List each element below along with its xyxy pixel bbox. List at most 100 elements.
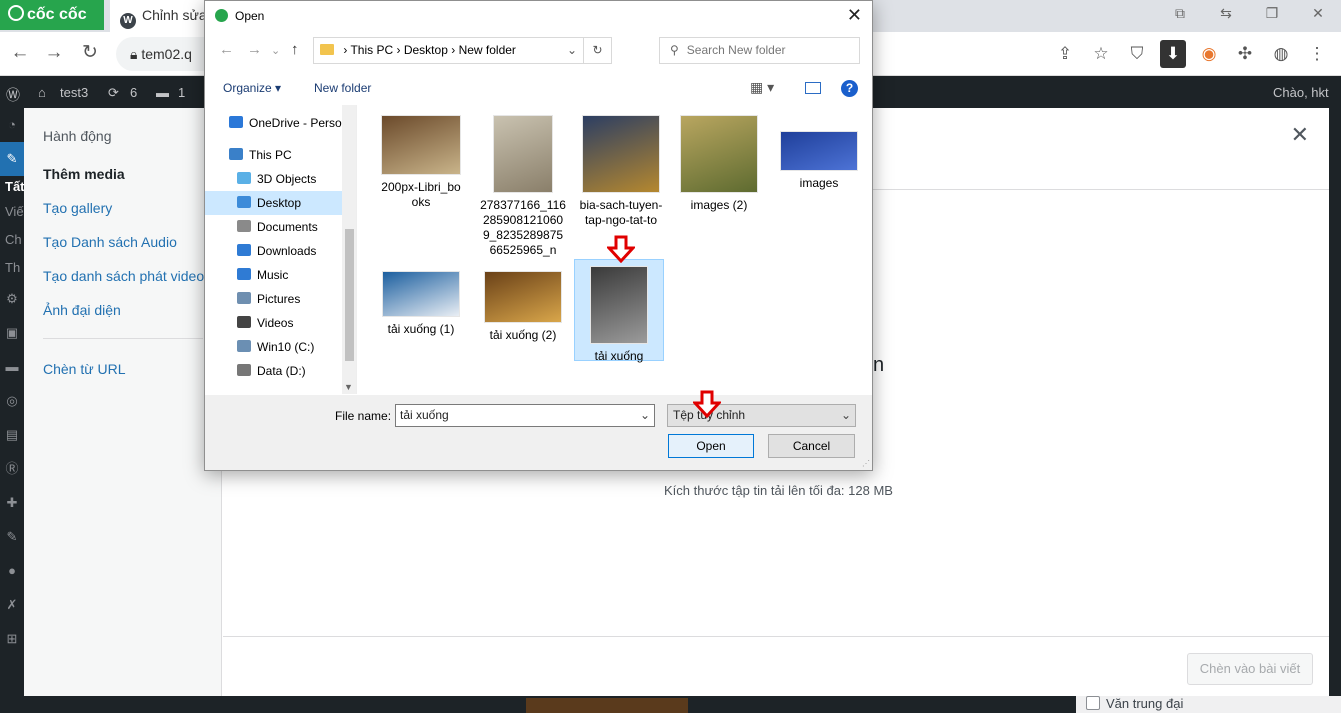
posts-icon[interactable]: ✎ [0,142,24,176]
close-window-icon[interactable]: ✕ [1295,0,1341,28]
swap-icon[interactable]: ⇆ [1203,0,1249,28]
file-item[interactable]: images (2) [674,109,764,213]
coccoc-brand[interactable]: cốc cốc [0,0,104,30]
wrench-icon[interactable]: ✗ [0,588,24,622]
menu-item-add-media[interactable]: Thêm media [43,166,125,182]
file-item[interactable]: 200px-Libri_books [376,109,466,210]
restore-icon[interactable]: ❐ [1249,0,1295,28]
user-icon[interactable]: ● [0,554,24,588]
resize-grip-icon[interactable]: ⋰ [862,459,870,468]
file-name: images [799,176,839,190]
chevron-down-icon[interactable]: ⌄ [567,38,577,63]
nav-item[interactable]: Desktop [205,191,342,215]
bookmark-star-icon[interactable]: ☆ [1088,40,1114,68]
dialog-forward-icon[interactable]: → [247,41,262,58]
help-icon[interactable]: ? [841,80,858,97]
breadcrumb-this-pc[interactable]: This PC [350,43,393,57]
modal-close-icon[interactable]: ✕ [1291,122,1309,148]
collapse-icon[interactable]: ⊞ [0,622,24,656]
plugins-icon[interactable]: ▤ [0,418,24,452]
scroll-down-icon[interactable]: ▼ [344,382,353,392]
side-partial-4[interactable]: Th [0,254,24,282]
chevron-down-icon[interactable]: ⌄ [640,405,650,426]
menu-item-audio-playlist[interactable]: Tạo Danh sách Audio [43,234,177,250]
puzzle-extensions-icon[interactable]: ✣ [1232,40,1258,68]
side-partial-2[interactable]: Viế [0,198,24,226]
refresh-icon[interactable]: ↻ [583,38,611,63]
dashboard-icon[interactable]: ◔ [0,108,24,142]
media-icon[interactable]: ⚙ [0,282,24,316]
nav-item[interactable]: Videos [237,311,356,335]
chevron-down-icon[interactable]: ⌄ [841,405,851,426]
dialog-back-icon[interactable]: ← [219,41,234,58]
file-thumbnail [484,271,562,323]
file-item[interactable]: bia-sach-tuyen-tap-ngo-tat-to [576,109,666,228]
comments-icon[interactable]: ▬ [156,85,169,100]
breadcrumb-desktop[interactable]: Desktop [404,43,448,57]
open-button[interactable]: Open [668,434,754,458]
menu-item-insert-from-url[interactable]: Chèn từ URL [43,361,126,377]
nav-item[interactable]: Pictures [237,287,356,311]
background-category-checkbox[interactable]: Văn trung đại [1086,696,1183,711]
nav-scrollbar-thumb[interactable] [345,229,354,361]
coccoc-logo-icon [8,5,24,21]
breadcrumb-new-folder[interactable]: New folder [459,43,516,57]
menu-dots-icon[interactable]: ⋮ [1304,40,1330,68]
appearance-icon[interactable]: ◎ [0,384,24,418]
file-item[interactable]: images [774,125,864,191]
updates-icon[interactable]: ⟳ [108,85,119,101]
user-greeting[interactable]: Chào, hkt [1273,85,1329,100]
coccoc-extension-icon[interactable]: ◉ [1196,40,1222,68]
reload-icon[interactable]: ↻ [76,40,104,68]
tools-icon[interactable]: ✚ [0,486,24,520]
nav-item[interactable]: Data (D:) [237,359,356,383]
nav-item[interactable]: Win10 (C:) [237,335,356,359]
cancel-button[interactable]: Cancel [768,434,855,458]
file-item[interactable]: tải xuống (2) [478,265,568,343]
view-options-icon[interactable]: ▦ ▾ [750,79,774,96]
organize-button[interactable]: Organize ▾ [223,81,281,95]
comments-menu-icon[interactable]: ▬ [0,350,24,384]
nav-item[interactable]: Music [237,263,356,287]
nav-scrollbar[interactable]: ▼ [342,105,356,394]
file-item[interactable]: tải xuống (1) [376,265,466,337]
browser-tab[interactable]: W Chỉnh sửa [110,0,210,32]
download-icon[interactable]: ⬇ [1160,40,1186,68]
new-folder-button[interactable]: New folder [314,81,371,95]
shield-icon[interactable]: ⛉ [1124,40,1150,68]
file-item[interactable]: 278377166_1162859081210609_8235289875665… [478,109,568,258]
share-icon[interactable]: ⇪ [1052,40,1078,68]
site-name[interactable]: test3 [60,85,88,100]
preview-pane-icon[interactable] [805,82,821,94]
home-icon[interactable]: ⌂ [38,85,46,100]
nav-item[interactable]: Documents [237,215,356,239]
pages-icon[interactable]: ▣ [0,316,24,350]
up-folder-icon[interactable]: ↑ [291,41,299,58]
file-name-input[interactable]: tải xuống ⌄ [395,404,655,427]
tab-search-icon[interactable]: ⧉ [1157,0,1203,28]
insert-into-post-button[interactable]: Chèn vào bài viết [1187,653,1313,685]
menu-item-featured-image[interactable]: Ảnh đại diện [43,302,121,318]
address-bar[interactable]: 🔒︎ tem02.q [116,37,206,71]
comments-count[interactable]: 1 [178,85,185,100]
file-item[interactable]: tải xuống [574,259,664,363]
settings-icon[interactable]: ✎ [0,520,24,554]
nav-item[interactable]: This PC [229,143,356,167]
nav-item[interactable]: 3D Objects [237,167,356,191]
users-icon[interactable]: Ⓡ [0,452,24,486]
side-partial-3[interactable]: Ch [0,226,24,254]
wordpress-logo-icon[interactable]: Ⓦ [6,85,20,105]
breadcrumb[interactable]: › This PC › Desktop › New folder ⌄ ↻ [313,37,612,64]
menu-item-create-gallery[interactable]: Tạo gallery [43,200,112,216]
forward-icon[interactable]: → [40,40,68,68]
menu-item-video-playlist[interactable]: Tạo danh sách phát video [43,268,204,284]
dialog-search-input[interactable]: ⚲ Search New folder [659,37,860,64]
recent-dropdown-icon[interactable]: ⌄ [271,44,280,57]
nav-item[interactable]: Downloads [237,239,356,263]
nav-item[interactable]: OneDrive - Persor [229,111,356,135]
back-icon[interactable]: ← [6,40,34,68]
dialog-close-icon[interactable]: ✕ [847,5,862,26]
profile-avatar-icon[interactable]: ◍ [1268,40,1294,68]
side-partial-1[interactable]: Tất [0,176,25,198]
updates-count[interactable]: 6 [130,85,137,100]
